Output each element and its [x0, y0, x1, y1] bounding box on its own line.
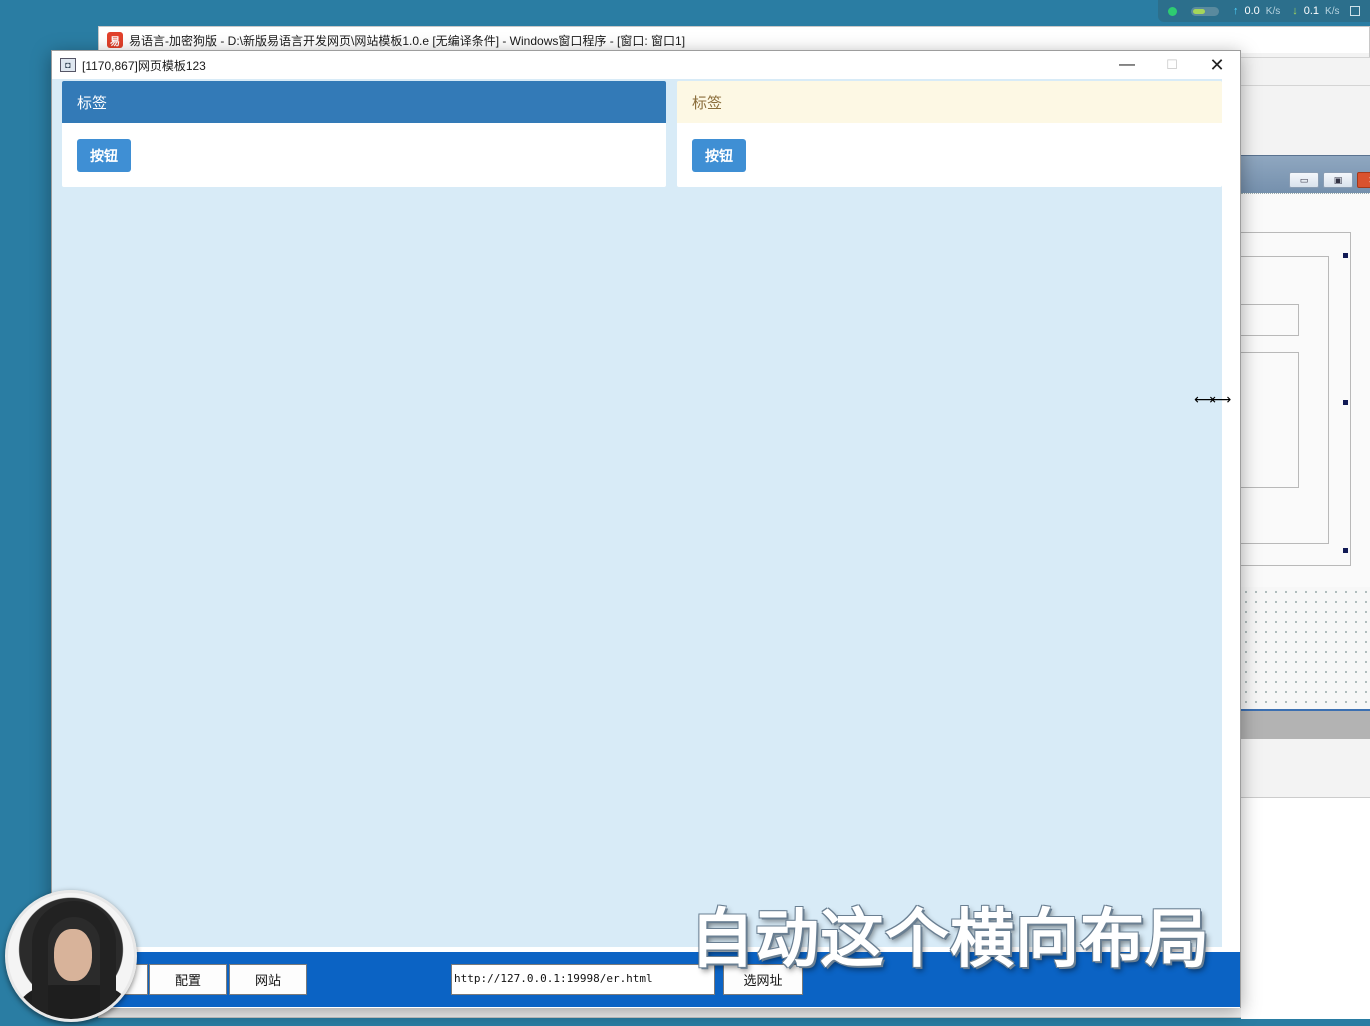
- upload-unit: K/s: [1265, 5, 1281, 17]
- app-window: ◘ [1170,867]网页模板123 — ☐ ✕ 标签 按钮 标签 按钮 ⟷⟷…: [51, 50, 1241, 1008]
- horizontal-resize-icon: ⟷⟷: [1194, 391, 1231, 407]
- ide-designer-panel: ▭ ▣ ✕: [1231, 57, 1370, 1019]
- upload-arrow-icon: ↑: [1233, 5, 1239, 17]
- app-titlebar[interactable]: ◘ [1170,867]网页模板123 — ☐ ✕: [52, 51, 1240, 79]
- selection-handle[interactable]: [1343, 548, 1348, 553]
- selection-handle[interactable]: [1343, 400, 1348, 405]
- toggle-icon: [1191, 6, 1219, 16]
- panel-primary-button[interactable]: 按钮: [77, 139, 131, 172]
- designer-frame-small: [1231, 304, 1299, 336]
- system-tray-widget: ↑ 0.0 K/s ↓ 0.1 K/s: [1158, 0, 1370, 22]
- url-input[interactable]: http://127.0.0.1:19998/er.html: [451, 964, 715, 995]
- minimize-button[interactable]: —: [1104, 51, 1150, 79]
- download-arrow-icon: ↓: [1292, 5, 1298, 17]
- panel-warning-heading: 标签: [677, 81, 1222, 123]
- ide-title-text: 易语言-加密狗版 - D:\新版易语言开发网页\网站模板1.0.e [无编译条件…: [129, 33, 686, 48]
- website-button[interactable]: 网站: [229, 964, 307, 995]
- app-client-area: 标签 按钮 标签 按钮 ⟷⟷ 配置 网站 http://127.0.0.1:19…: [52, 79, 1240, 1008]
- designer-close-icon[interactable]: ✕: [1357, 172, 1370, 188]
- panel-primary: 标签 按钮: [62, 81, 666, 187]
- download-unit: K/s: [1325, 5, 1340, 17]
- designer-form-titlebar: ▭ ▣ ✕: [1241, 155, 1370, 193]
- upload-speed: 0.0: [1244, 5, 1260, 17]
- avatar-face: [54, 929, 92, 981]
- app-title-text: [1170,867]网页模板123: [82, 58, 206, 73]
- panel-warning: 标签 按钮: [677, 81, 1222, 187]
- status-dot-icon: [1168, 6, 1177, 16]
- close-button[interactable]: ✕: [1194, 51, 1240, 79]
- presenter-avatar: [5, 890, 137, 1022]
- tray-box-icon: [1349, 6, 1360, 16]
- webview[interactable]: 标签 按钮 标签 按钮: [52, 79, 1222, 947]
- designer-minimize-icon[interactable]: ▭: [1289, 172, 1319, 188]
- window-right-edge[interactable]: [1222, 79, 1240, 947]
- designer-frame-inner: [1231, 352, 1299, 488]
- designer-property-area: [1241, 797, 1370, 1019]
- panel-primary-heading: 标签: [62, 81, 666, 123]
- panel-warning-button[interactable]: 按钮: [692, 139, 746, 172]
- window-app-icon: ◘: [60, 58, 76, 72]
- designer-band: [1241, 709, 1370, 739]
- selection-handle[interactable]: [1343, 253, 1348, 258]
- designer-canvas[interactable]: [1231, 193, 1370, 589]
- designer-grid[interactable]: [1241, 587, 1370, 709]
- download-speed: 0.1: [1303, 5, 1320, 17]
- maximize-button[interactable]: ☐: [1149, 51, 1195, 79]
- video-subtitle: 自动这个横向布局: [690, 903, 1210, 977]
- config-button[interactable]: 配置: [149, 964, 227, 995]
- easy-language-logo-icon: 易: [107, 32, 123, 48]
- designer-maximize-icon[interactable]: ▣: [1323, 172, 1353, 188]
